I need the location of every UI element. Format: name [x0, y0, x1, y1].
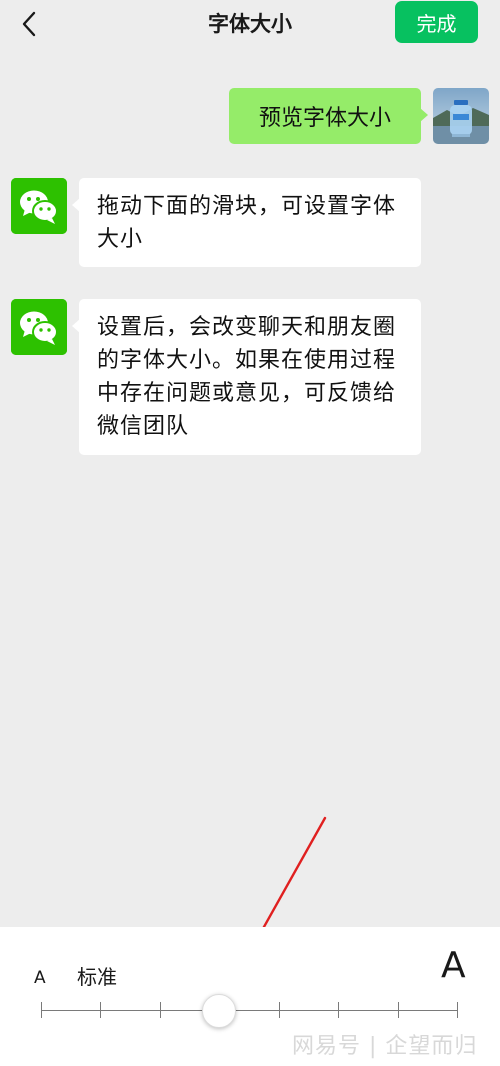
- slider-tick[interactable]: [338, 1002, 340, 1018]
- font-size-slider-handle[interactable]: [202, 994, 237, 1028]
- wechat-logo-icon: [11, 299, 67, 355]
- annotation-arrow: [243, 816, 327, 963]
- current-size-label: 标准: [77, 965, 117, 989]
- small-font-label: A: [34, 968, 46, 988]
- slider-tick[interactable]: [278, 1002, 280, 1018]
- received-message-bubble: 拖动下面的滑块，可设置字体大小: [72, 178, 421, 267]
- wechat-avatar[interactable]: [11, 178, 67, 234]
- avatar-image: [433, 88, 489, 144]
- large-font-label: A: [441, 945, 466, 986]
- wechat-logo-icon: [11, 178, 67, 234]
- done-button[interactable]: 完成: [395, 1, 478, 43]
- font-size-slider-track[interactable]: [41, 1010, 457, 1011]
- slider-tick[interactable]: [159, 1002, 161, 1018]
- slider-tick[interactable]: [397, 1002, 399, 1018]
- slider-tick[interactable]: [100, 1002, 102, 1018]
- sent-message-bubble: 预览字体大小: [229, 88, 428, 144]
- header: 字体大小 完成: [0, 0, 500, 48]
- received-message-bubble: 设置后，会改变聊天和朋友圈的字体大小。如果在使用过程中存在问题或意见，可反馈给微…: [72, 299, 421, 455]
- slider-tick[interactable]: [457, 1002, 458, 1018]
- user-avatar[interactable]: [433, 88, 489, 144]
- wechat-avatar[interactable]: [11, 299, 67, 355]
- font-size-settings-screen: 字体大小 完成 预览字体大小 拖动下面的滑块，可设置字体大小 设置后，会改变聊天…: [0, 0, 500, 1066]
- watermark: 网易号 | 企望而归: [292, 1034, 478, 1059]
- slider-tick[interactable]: [41, 1002, 42, 1018]
